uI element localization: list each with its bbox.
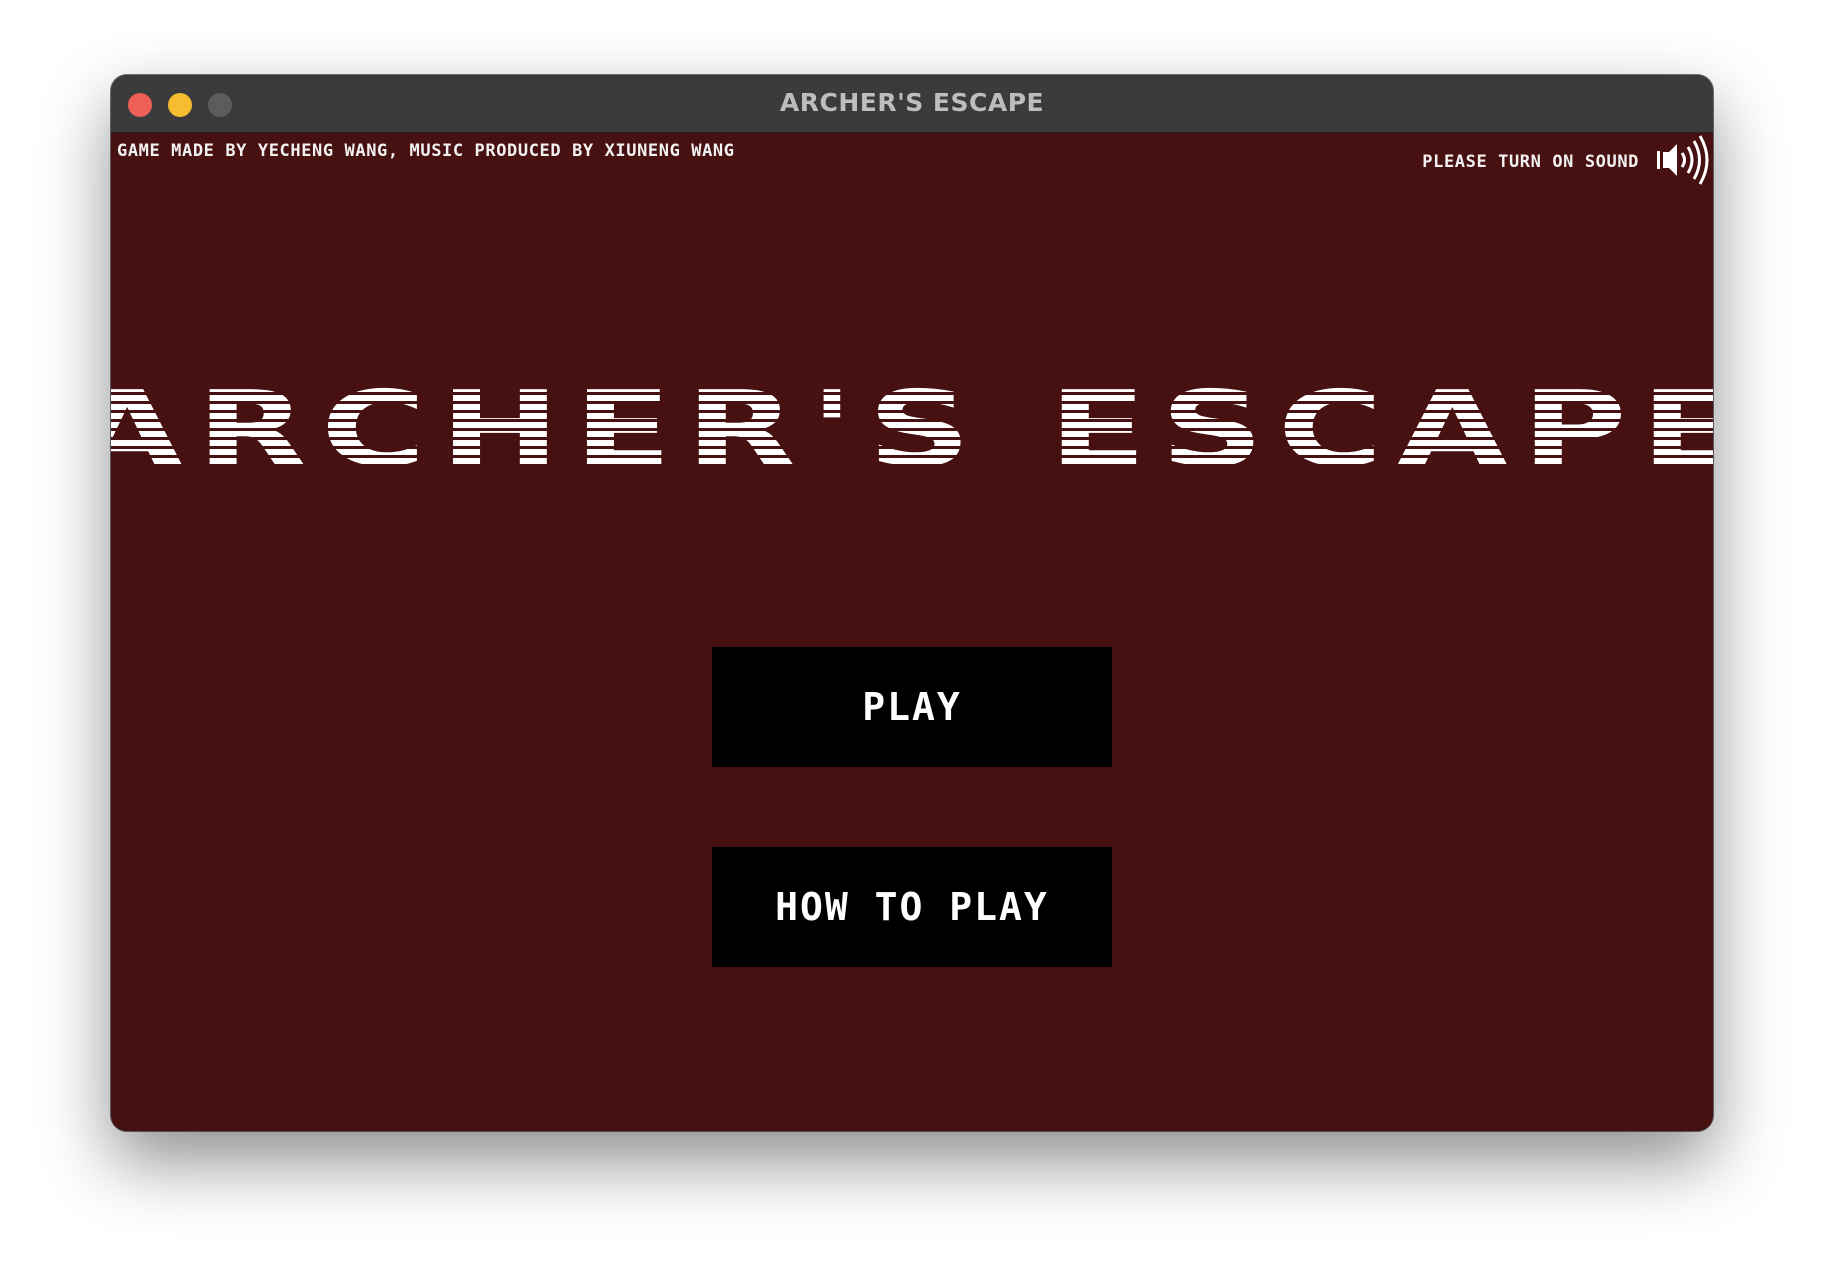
speaker-icon — [1657, 135, 1709, 189]
game-title: ARCHER'S ESCAPE — [111, 377, 1713, 481]
sound-hint-text: PLEASE TURN ON SOUND — [1422, 152, 1639, 172]
title-bar: ARCHER'S ESCAPE — [111, 75, 1713, 133]
credits-text: GAME MADE BY YECHENG WANG, MUSIC PRODUCE… — [117, 141, 735, 161]
game-canvas: GAME MADE BY YECHENG WANG, MUSIC PRODUCE… — [111, 133, 1713, 1131]
play-button[interactable]: PLAY — [712, 647, 1112, 767]
window-title: ARCHER'S ESCAPE — [779, 88, 1045, 117]
how-to-play-button[interactable]: HOW TO PLAY — [712, 847, 1112, 967]
app-window: ARCHER'S ESCAPE GAME MADE BY YECHENG WAN… — [111, 75, 1713, 1131]
sound-hint: PLEASE TURN ON SOUND — [1422, 135, 1709, 189]
